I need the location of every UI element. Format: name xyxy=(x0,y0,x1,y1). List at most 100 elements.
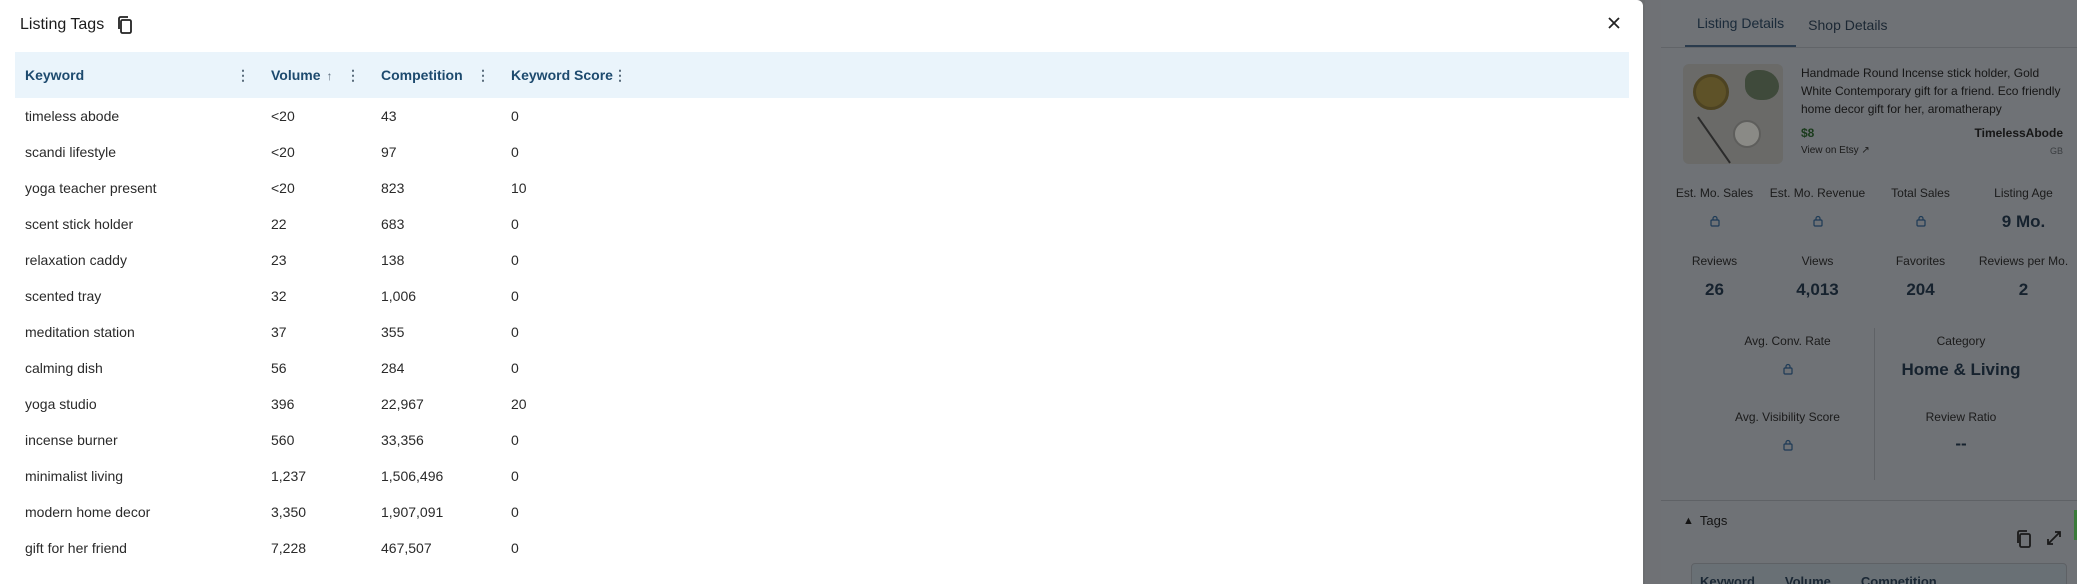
keyword-score-cell: 0 xyxy=(511,216,519,232)
stat-label: Views xyxy=(1801,254,1834,268)
stat-value: 26 xyxy=(1705,280,1724,299)
listing-thumbnail[interactable] xyxy=(1683,64,1783,164)
stat-label: Review Ratio xyxy=(1925,410,1997,424)
view-on-etsy-link[interactable]: View on Etsy ↗ xyxy=(1801,142,1870,160)
keyword-score-cell: 0 xyxy=(511,324,519,340)
competition-cell: 683 xyxy=(381,216,405,232)
keyword-score-cell: 10 xyxy=(511,180,527,196)
competition-cell: 97 xyxy=(381,144,397,160)
modal-header: Listing Tags xyxy=(0,0,1643,50)
row-filler xyxy=(638,242,1629,278)
tab-shop-details[interactable]: Shop Details xyxy=(1796,17,1899,47)
row-filler xyxy=(638,170,1629,206)
listing-tags-modal: Listing Tags Keyword ⋮ Volume ↑ ⋮ Competiti… xyxy=(0,0,1643,584)
competition-cell: 355 xyxy=(381,324,405,340)
keyword-cell: timeless abode xyxy=(25,108,120,124)
table-body: timeless abode <20 43 0 scandi lifestyle <20 9… xyxy=(15,98,1629,566)
column-header-volume[interactable]: Volume ↑ ⋮ xyxy=(261,52,371,98)
competition-cell: 1,907,091 xyxy=(381,504,444,520)
listing-details-panel: Listing Details Shop Details Handmade Ro… xyxy=(1661,0,2077,584)
listing-price: $8 xyxy=(1801,126,1815,140)
competition-cell: 284 xyxy=(381,360,405,376)
keyword-score-cell: 0 xyxy=(511,360,519,376)
column-label: Keyword Score xyxy=(511,67,613,83)
row-filler xyxy=(638,278,1629,314)
close-icon[interactable] xyxy=(1605,14,1623,32)
stat-item: Total Sales xyxy=(1869,186,1972,232)
volume-cell: 7,228 xyxy=(271,540,307,556)
keyword-cell: modern home decor xyxy=(25,504,151,520)
table-row: yoga studio 396 22,967 20 xyxy=(15,386,1629,422)
stat-label: Est. Mo. Revenue xyxy=(1769,186,1866,200)
table-row: minimalist living 1,237 1,506,496 0 xyxy=(15,458,1629,494)
column-label: Keyword xyxy=(25,67,85,83)
mini-column-label: Keyword xyxy=(1700,574,1755,584)
row-filler xyxy=(638,458,1629,494)
tags-title: Tags xyxy=(1699,513,1728,528)
review-ratio-value: -- xyxy=(1955,434,1967,453)
stat-label: Category xyxy=(1936,334,1986,348)
volume-cell: <20 xyxy=(271,144,295,160)
stat-item: Est. Mo. Revenue xyxy=(1766,186,1869,232)
keyword-cell: calming dish xyxy=(25,360,103,376)
volume-cell: 23 xyxy=(271,252,287,268)
stats-secondary: Avg. Conv. Rate Category Home & Living A… xyxy=(1701,328,2047,480)
stat-label: Avg. Visibility Score xyxy=(1735,410,1840,424)
competition-cell: 22,967 xyxy=(381,396,424,412)
copy-icon[interactable] xyxy=(2015,529,2033,554)
column-menu-icon[interactable]: ⋮ xyxy=(346,67,361,84)
column-header-keyword-score[interactable]: Keyword Score ⋮ xyxy=(501,52,638,98)
keyword-cell: yoga studio xyxy=(25,396,97,412)
sort-ascending-icon[interactable]: ↑ xyxy=(327,69,333,83)
keyword-cell: gift for her friend xyxy=(25,540,127,556)
stat-label: Avg. Conv. Rate xyxy=(1744,334,1831,348)
tab-listing-details[interactable]: Listing Details xyxy=(1685,15,1797,47)
mini-column-label: Competition xyxy=(1860,574,1937,584)
stat-label: Total Sales xyxy=(1891,186,1950,200)
column-menu-icon[interactable]: ⋮ xyxy=(476,67,491,84)
keyword-cell: meditation station xyxy=(25,324,135,340)
table-row: calming dish 56 284 0 xyxy=(15,350,1629,386)
keyword-table-container: Keyword ⋮ Volume ↑ ⋮ Competition ⋮ Keyword S… xyxy=(15,52,1629,566)
row-filler xyxy=(638,134,1629,170)
table-row: gift for her friend 7,228 467,507 0 xyxy=(15,530,1629,566)
column-label: Competition xyxy=(381,67,463,83)
tags-mini-table-header: Keyword Volume Competition xyxy=(1691,563,2067,584)
column-menu-icon[interactable]: ⋮ xyxy=(236,67,251,84)
row-filler xyxy=(638,422,1629,458)
keyword-score-cell: 0 xyxy=(511,540,519,556)
copy-icon[interactable] xyxy=(116,15,134,35)
row-filler xyxy=(638,386,1629,422)
keyword-cell: relaxation caddy xyxy=(25,252,127,268)
volume-cell: 56 xyxy=(271,360,287,376)
chevron-up-icon: ▲ xyxy=(1683,514,1694,527)
keyword-cell: yoga teacher present xyxy=(25,180,157,196)
row-filler xyxy=(638,350,1629,386)
stat-item: Reviews 26 xyxy=(1663,254,1766,300)
keyword-score-cell: 0 xyxy=(511,468,519,484)
volume-cell: 560 xyxy=(271,432,295,448)
header-filler xyxy=(638,52,1629,98)
shop-name[interactable]: TimelessAbode xyxy=(1975,124,2063,142)
keyword-score-cell: 0 xyxy=(511,108,519,124)
column-header-competition[interactable]: Competition ⋮ xyxy=(371,52,501,98)
competition-cell: 138 xyxy=(381,252,405,268)
table-row: scandi lifestyle <20 97 0 xyxy=(15,134,1629,170)
keyword-cell: incense burner xyxy=(25,432,118,448)
stat-label: Reviews xyxy=(1691,254,1738,268)
keyword-cell: scandi lifestyle xyxy=(25,144,117,160)
keyword-score-cell: 0 xyxy=(511,144,519,160)
column-menu-icon[interactable]: ⋮ xyxy=(613,67,628,84)
table-row: scented tray 32 1,006 0 xyxy=(15,278,1629,314)
keyword-score-cell: 0 xyxy=(511,252,519,268)
lock-icon xyxy=(1782,438,1794,451)
row-filler xyxy=(638,494,1629,530)
expand-icon[interactable] xyxy=(2045,529,2063,554)
volume-cell: 37 xyxy=(271,324,287,340)
stat-label: Favorites xyxy=(1895,254,1946,268)
keyword-cell: scent stick holder xyxy=(25,216,134,232)
competition-cell: 1,506,496 xyxy=(381,468,444,484)
stat-value: 4,013 xyxy=(1796,280,1839,299)
column-header-keyword[interactable]: Keyword ⋮ xyxy=(15,52,261,98)
stat-item: Views 4,013 xyxy=(1766,254,1869,300)
